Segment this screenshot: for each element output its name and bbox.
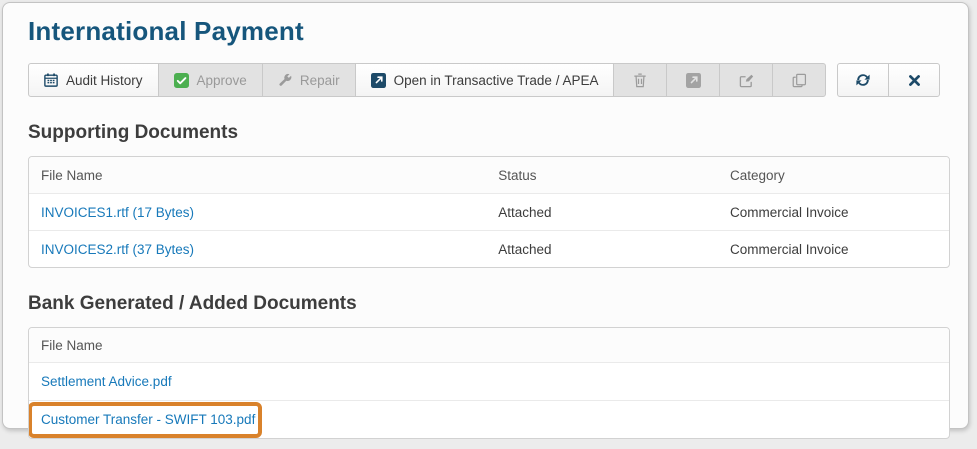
toolbar: Audit History Approve Repair <box>28 63 943 97</box>
external-link-icon <box>371 73 386 88</box>
wrench-icon <box>278 73 292 87</box>
file-link-customer-transfer-swift[interactable]: Customer Transfer - SWIFT 103.pdf <box>41 412 255 427</box>
column-header-file-name: File Name <box>29 338 498 353</box>
edit-button[interactable] <box>719 63 773 97</box>
refresh-icon <box>855 72 871 88</box>
category-cell: Commercial Invoice <box>730 242 949 257</box>
calendar-icon <box>44 73 58 87</box>
international-payment-panel: International Payment Audit History <box>2 2 969 429</box>
close-icon <box>908 74 921 87</box>
status-cell: Attached <box>498 242 730 257</box>
window-button-group <box>837 63 940 97</box>
edit-icon <box>739 73 754 88</box>
audit-history-button[interactable]: Audit History <box>28 63 159 97</box>
supporting-documents-heading: Supporting Documents <box>28 122 943 144</box>
column-header-status: Status <box>498 168 730 183</box>
table-row: Settlement Advice.pdf <box>29 362 949 400</box>
table-row: INVOICES2.rtf (37 Bytes) Attached Commer… <box>29 230 949 267</box>
copy-icon <box>792 73 807 88</box>
supporting-documents-table: File Name Status Category INVOICES1.rtf … <box>28 156 950 268</box>
repair-button[interactable]: Repair <box>262 63 356 97</box>
refresh-button[interactable] <box>837 63 889 97</box>
bank-documents-heading: Bank Generated / Added Documents <box>28 293 943 315</box>
external-link-icon <box>686 73 701 88</box>
delete-button[interactable] <box>613 63 667 97</box>
table-row: Customer Transfer - SWIFT 103.pdf <box>29 400 949 438</box>
check-square-icon <box>174 73 189 88</box>
table-row: INVOICES1.rtf (17 Bytes) Attached Commer… <box>29 193 949 230</box>
open-in-transactive-label: Open in Transactive Trade / APEA <box>394 73 599 88</box>
open-in-transactive-button[interactable]: Open in Transactive Trade / APEA <box>355 63 615 97</box>
file-link-invoices1[interactable]: INVOICES1.rtf (17 Bytes) <box>41 205 194 220</box>
close-button[interactable] <box>888 63 940 97</box>
copy-button[interactable] <box>772 63 826 97</box>
table-header-row: File Name <box>29 328 949 362</box>
column-header-category: Category <box>730 168 949 183</box>
open-external-button[interactable] <box>666 63 720 97</box>
table-header-row: File Name Status Category <box>29 157 949 193</box>
bank-documents-table: File Name Settlement Advice.pdf Customer… <box>28 327 950 439</box>
page-title: International Payment <box>28 3 943 47</box>
column-header-file-name: File Name <box>29 168 498 183</box>
audit-history-label: Audit History <box>66 73 143 88</box>
approve-label: Approve <box>197 73 247 88</box>
trash-icon <box>633 73 647 88</box>
file-link-settlement-advice[interactable]: Settlement Advice.pdf <box>41 374 172 389</box>
status-cell: Attached <box>498 205 730 220</box>
action-button-group: Audit History Approve Repair <box>28 63 826 97</box>
repair-label: Repair <box>300 73 340 88</box>
approve-button[interactable]: Approve <box>158 63 263 97</box>
file-link-invoices2[interactable]: INVOICES2.rtf (37 Bytes) <box>41 242 194 257</box>
category-cell: Commercial Invoice <box>730 205 949 220</box>
